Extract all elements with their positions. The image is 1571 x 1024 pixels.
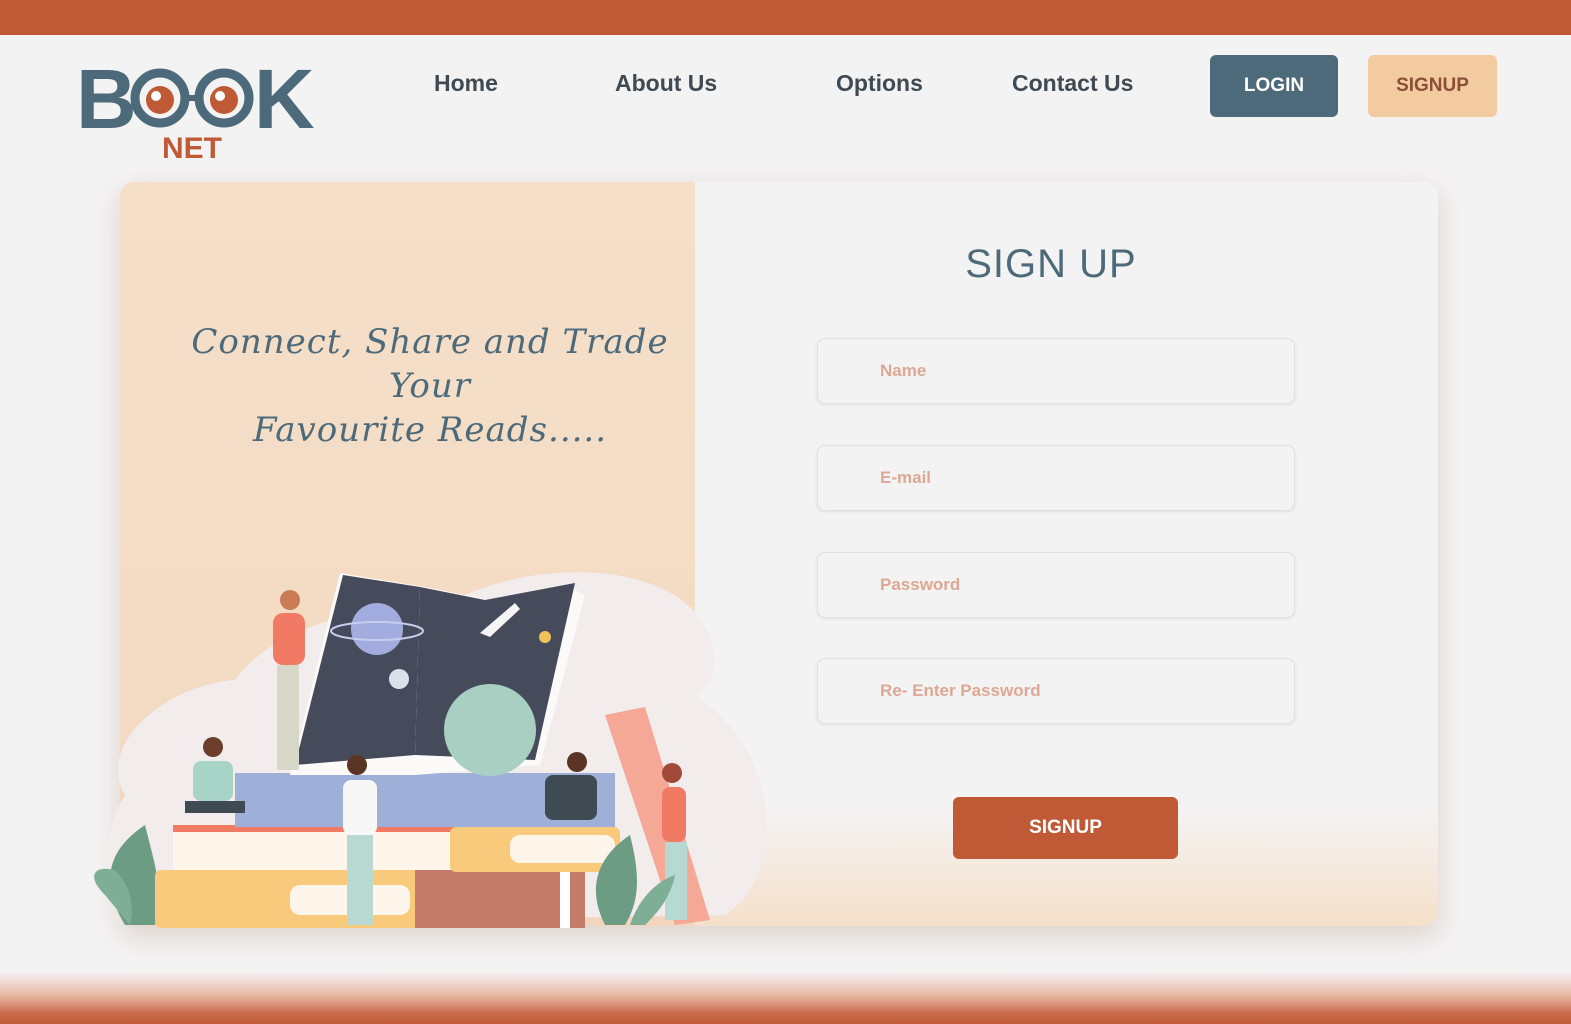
person-mid-legs — [347, 835, 373, 925]
book-pages-2 — [510, 835, 615, 863]
planet-small — [389, 669, 409, 689]
nav-contact-us[interactable]: Contact Us — [1012, 70, 1133, 97]
svg-text:B: B — [76, 58, 137, 146]
person-right-body — [662, 787, 686, 842]
planet-purple — [351, 603, 403, 655]
person-reclining-head — [567, 752, 587, 772]
hero-tagline: Connect, Share and Trade Your Favourite … — [160, 320, 700, 452]
person-reclining-body — [545, 775, 597, 820]
person-top-body — [273, 613, 305, 665]
signup-form-panel: SIGN UP SIGNUP — [695, 182, 1438, 926]
person-right-head — [662, 763, 682, 783]
tagline-line-3: Favourite Reads..... — [252, 410, 608, 450]
email-field[interactable] — [817, 445, 1295, 511]
planet-green — [444, 684, 536, 776]
person-top-head — [280, 590, 300, 610]
login-button[interactable]: LOGIN — [1210, 55, 1338, 117]
reading-illustration — [94, 572, 767, 928]
book-stripe — [560, 865, 570, 928]
person-left-head — [203, 737, 223, 757]
svg-text:K: K — [254, 58, 315, 146]
nav-about-us[interactable]: About Us — [615, 70, 717, 97]
password-input[interactable] — [818, 553, 1294, 617]
booknet-logo[interactable]: B K NET — [76, 52, 316, 166]
person-mid-head — [347, 755, 367, 775]
password-field[interactable] — [817, 552, 1295, 618]
reenter-password-input[interactable] — [818, 659, 1294, 723]
name-input[interactable] — [818, 339, 1294, 403]
logo-graphic: B K NET — [76, 52, 315, 165]
reenter-password-field[interactable] — [817, 658, 1295, 724]
nav-home[interactable]: Home — [434, 70, 498, 97]
svg-text:NET: NET — [162, 132, 222, 165]
name-field[interactable] — [817, 338, 1295, 404]
person-mid-body — [343, 780, 377, 835]
email-input[interactable] — [818, 446, 1294, 510]
top-bar — [0, 0, 1571, 35]
tagline-line-1: Connect, Share and Trade — [191, 322, 669, 362]
person-top-legs — [277, 665, 299, 770]
tagline-line-2: Your — [388, 366, 472, 406]
form-title: SIGN UP — [965, 242, 1137, 286]
book-brown — [415, 865, 585, 928]
header-signup-button[interactable]: SIGNUP — [1368, 55, 1497, 117]
star-yellow — [539, 631, 551, 643]
person-left-body — [193, 761, 233, 801]
nav-options[interactable]: Options — [836, 70, 923, 97]
signup-submit-button[interactable]: SIGNUP — [953, 797, 1178, 859]
footer-bar — [0, 972, 1571, 1024]
person-left-legs — [185, 801, 245, 813]
